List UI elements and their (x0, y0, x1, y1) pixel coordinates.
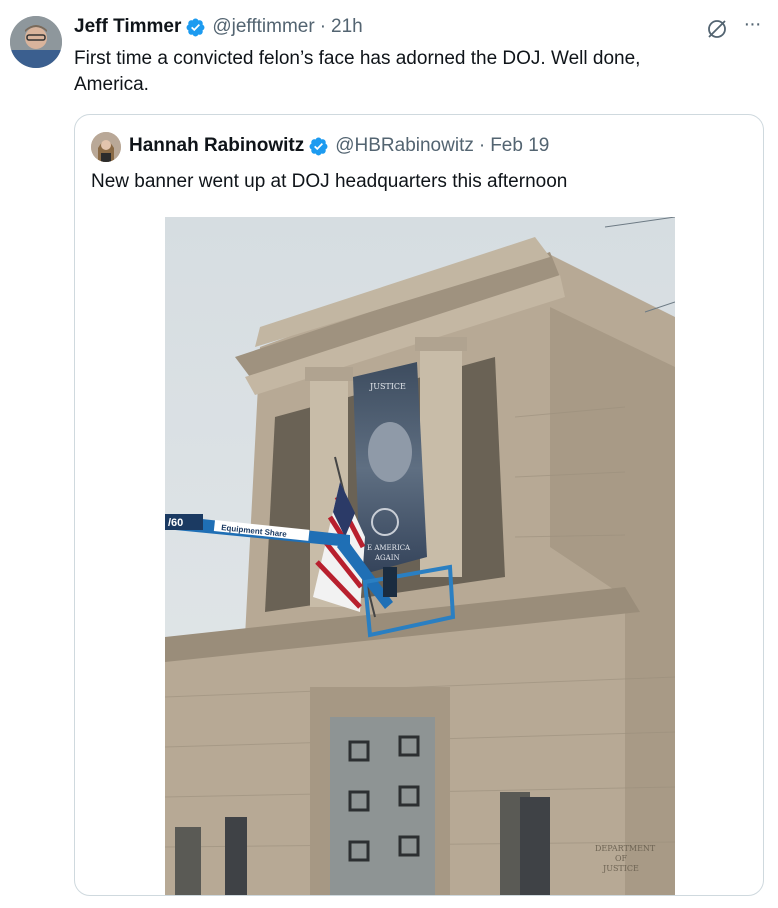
author-name[interactable]: Jeff Timmer (74, 16, 181, 38)
svg-text:/60: /60 (168, 517, 183, 529)
quoted-tweet-date: Feb 19 (490, 135, 550, 156)
svg-text:E AMERICA: E AMERICA (367, 544, 411, 552)
grok-icon[interactable] (705, 17, 729, 41)
quoted-tweet-text: New banner went up at DOJ headquarters t… (91, 171, 568, 192)
svg-text:OF: OF (615, 854, 628, 863)
tweet-time[interactable]: 21h (331, 16, 363, 38)
avatar[interactable] (10, 16, 62, 68)
quoted-avatar[interactable] (91, 132, 121, 162)
verified-badge-icon (309, 137, 328, 155)
tweet-photo[interactable]: JUSTICE E AMERICA AGAIN DEPARTMENT OF JU… (165, 217, 675, 895)
svg-text:DEPARTMENT: DEPARTMENT (595, 844, 656, 853)
quoted-author-handle: @HBRabinowitz (335, 135, 474, 156)
verified-badge-icon (186, 18, 205, 36)
tweet-text: First time a convicted felon’s face has … (74, 48, 641, 95)
quoted-tweet[interactable]: Hannah Rabinowitz @HBRabinowitz · Feb 19… (74, 114, 764, 896)
svg-text:AGAIN: AGAIN (374, 554, 400, 562)
author-handle[interactable]: @jefftimmer (212, 16, 314, 38)
quoted-author-name[interactable]: Hannah Rabinowitz (129, 135, 304, 157)
more-options-icon[interactable]: ··· (740, 14, 764, 38)
svg-text:JUSTICE: JUSTICE (602, 864, 639, 873)
header-separator: · (319, 16, 327, 37)
tweet-header: Jeff Timmer @jefftimmer · 21h (74, 14, 363, 40)
quoted-header: Hannah Rabinowitz @HBRabinowitz · Feb 19 (129, 133, 549, 159)
header-separator: · (478, 135, 486, 156)
svg-text:JUSTICE: JUSTICE (369, 382, 406, 391)
